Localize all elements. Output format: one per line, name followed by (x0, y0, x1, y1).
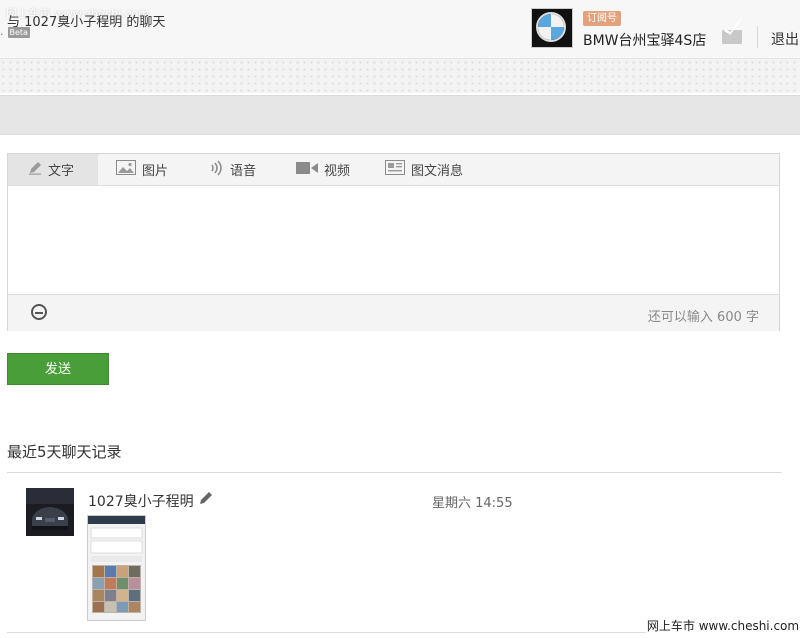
bmw-logo-icon (536, 12, 566, 42)
tab-video[interactable]: 视频 (296, 154, 350, 185)
divider (7, 472, 782, 473)
message-time: 星期六 14:55 (432, 496, 513, 511)
account-name[interactable]: BMW台州宝驿4S店 (583, 30, 706, 50)
edit-remark-icon[interactable] (199, 490, 213, 504)
pencil-icon (28, 161, 42, 179)
send-button[interactable]: 发送 (7, 353, 109, 385)
chat-title: 与 1027臭小子程明 的聊天 (7, 15, 166, 30)
message-editor: 文字 图片 语音 视频 图文消息 还可以输入 600 字 (7, 153, 780, 331)
article-icon (385, 160, 405, 179)
history-title: 最近5天聊天记录 (7, 443, 122, 461)
message-type-tabs: 文字 图片 语音 视频 图文消息 (8, 154, 779, 186)
tab-text[interactable]: 文字 (8, 154, 98, 185)
video-icon (296, 161, 318, 179)
decorative-strip (0, 59, 800, 93)
char-count: 还可以输入 600 字 (647, 310, 759, 325)
logout-link[interactable]: 退出 (771, 29, 799, 49)
watermark-bottom: 网上车市 www.cheshi.com (646, 615, 800, 638)
account-avatar[interactable] (531, 8, 573, 48)
tab-image[interactable]: 图片 (116, 154, 168, 185)
sender-name[interactable]: 1027臭小子程明 (88, 491, 194, 511)
message-image-thumbnail[interactable] (87, 515, 146, 621)
header-divider (757, 26, 758, 48)
account-type-badge: 订阅号 (583, 11, 621, 26)
mail-icon[interactable] (722, 30, 742, 44)
tab-article[interactable]: 图文消息 (385, 154, 463, 185)
tab-voice[interactable]: 语音 (208, 154, 256, 185)
message-input[interactable] (8, 186, 779, 294)
sender-avatar[interactable] (26, 488, 74, 536)
editor-footer: 还可以输入 600 字 (8, 294, 779, 331)
chat-title-bar (0, 95, 800, 135)
voice-icon (208, 160, 224, 180)
emoji-icon[interactable] (31, 304, 47, 320)
image-icon (116, 160, 136, 179)
